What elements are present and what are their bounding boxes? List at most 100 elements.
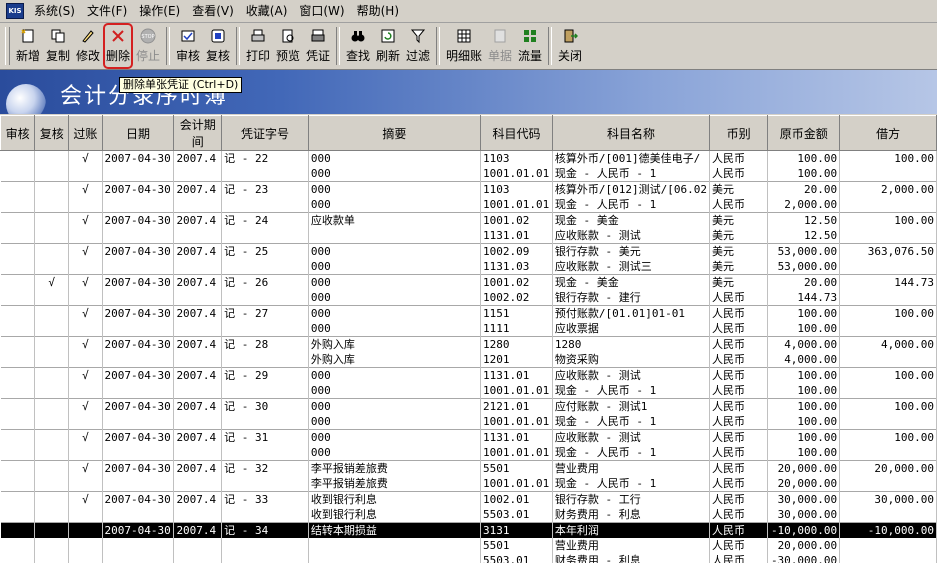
voucher-no-cell: 记 - 26 [221,274,309,290]
column-header-voucher-no[interactable]: 凭证字号 [221,115,309,151]
menu-operation[interactable]: 操作(E) [133,1,186,21]
printer-icon [249,27,267,45]
table-row[interactable]: √ 2007-04-30 2007.4 记 - 29 000 1131.01 应收账款 - … [0,367,937,383]
toolbar-separator [236,27,240,65]
audit-cell [0,197,36,213]
app-logo-icon[interactable]: KIS [6,3,24,19]
filter-button[interactable]: 过滤 [403,23,433,69]
table-row[interactable]: √ 2007-04-30 2007.4 记 - 27 000 1151 预付账款/[01.0… [0,305,937,321]
column-header-posted[interactable]: 过账 [68,115,103,151]
table-row[interactable]: √ √ 2007-04-30 2007.4 记 - 26 000 1001.02 现金 - 美… [0,274,937,290]
debit-cell [839,352,937,368]
column-header-debit[interactable]: 借方 [839,115,937,151]
recheck-cell [34,150,70,166]
period-cell: 2007.4 [173,274,223,290]
account-name-cell: 应收账款 - 测试 [552,367,711,383]
audit-cell [0,507,36,523]
banner-decoration [6,84,46,114]
table-row[interactable]: 000 1001.01.01 现金 - 人民币 - 1 人民币 2,000.00 [0,197,937,213]
table-row[interactable]: √ 2007-04-30 2007.4 记 - 24 应收款单 1001.02 现金 - 美… [0,212,937,228]
new-document-icon [19,27,37,45]
column-header-period[interactable]: 会计期间 [173,115,223,151]
table-row[interactable]: 2007-04-30 2007.4 记 - 34 结转本期损益 3131 本年利润 人民币 -… [0,522,937,538]
column-header-summary[interactable]: 摘要 [307,115,481,151]
account-code-cell: 1103 [480,181,553,197]
table-row[interactable]: 000 1111 应收票据 人民币 100.00 [0,321,937,337]
table-row[interactable]: √ 2007-04-30 2007.4 记 - 33 收到银行利息 1002.01 银行存款… [0,491,937,507]
table-row[interactable]: 000 1001.01.01 现金 - 人民币 - 1 人民币 100.00 [0,383,937,399]
account-name-cell: 应付账款 - 测试1 [552,398,711,414]
table-row[interactable]: 李平报销差旅费 1001.01.01 现金 - 人民币 - 1 人民币 20,000.0… [0,476,937,492]
journal-grid[interactable]: 审核 复核 过账 日期 会计期间 凭证字号 摘要 科目代码 科目名称 币别 原币… [0,115,937,563]
date-cell: 2007-04-30 [102,181,175,197]
table-row[interactable]: 000 1002.02 银行存款 - 建行 人民币 144.73 [0,290,937,306]
document-button[interactable]: 单据 [485,23,515,69]
currency-cell: 人民币 [709,305,769,321]
table-row[interactable]: 外购入库 1201 物资采购 人民币 4,000.00 [0,352,937,368]
date-cell [102,414,175,430]
column-header-audit[interactable]: 审核 [0,115,36,151]
table-row[interactable]: 1131.01 应收账款 - 测试 美元 12.50 [0,228,937,244]
table-row[interactable]: √ 2007-04-30 2007.4 记 - 32 李平报销差旅费 5501 营业费用 人民… [0,460,937,476]
recheck-cell [34,429,70,445]
voucher-no-cell: 记 - 33 [221,491,309,507]
cash-flow-button[interactable]: 流量 [515,23,545,69]
audit-cell [0,274,36,290]
recheck-cell [34,491,70,507]
audit-button[interactable]: 审核 [173,23,203,69]
period-cell [173,290,223,306]
print-button[interactable]: 打印 [243,23,273,69]
menu-system[interactable]: 系统(S) [28,1,81,21]
detail-ledger-button[interactable]: 明细账 [443,23,485,69]
modify-button[interactable]: 修改 [73,23,103,69]
refresh-button[interactable]: 刷新 [373,23,403,69]
column-header-date[interactable]: 日期 [101,115,175,151]
table-row[interactable]: 收到银行利息 5503.01 财务费用 - 利息 人民币 30,000.00 [0,507,937,523]
audit-cell [0,321,36,337]
table-row[interactable]: √ 2007-04-30 2007.4 记 - 28 外购入库 1280 1280 人民币 4,… [0,336,937,352]
table-row[interactable]: √ 2007-04-30 2007.4 记 - 25 000 1002.09 银行存款 - … [0,243,937,259]
close-button[interactable]: 关闭 [555,23,585,69]
table-row[interactable]: 000 1001.01.01 现金 - 人民币 - 1 人民币 100.00 [0,166,937,182]
posted-cell: √ [68,243,103,259]
column-header-currency[interactable]: 币别 [709,115,769,151]
delete-button[interactable]: 删除 [103,23,133,69]
table-row[interactable]: 5503.01 财务费用 - 利息 人民币 -30,000.00 [0,553,937,563]
table-row[interactable]: √ 2007-04-30 2007.4 记 - 30 000 2121.01 应付账款 - … [0,398,937,414]
table-row[interactable]: 000 1001.01.01 现金 - 人民币 - 1 人民币 100.00 [0,414,937,430]
new-button[interactable]: 新增 [13,23,43,69]
summary-cell [308,228,481,244]
table-row[interactable]: 000 1001.01.01 现金 - 人民币 - 1 人民币 100.00 [0,445,937,461]
stop-button[interactable]: STOP 停止 [133,23,163,69]
column-header-account-name[interactable]: 科目名称 [551,115,711,151]
filter-icon [409,27,427,45]
table-row[interactable]: 5501 营业费用 人民币 20,000.00 [0,538,937,553]
table-row[interactable]: 000 1131.03 应收账款 - 测试三 美元 53,000.00 [0,259,937,275]
menu-help[interactable]: 帮助(H) [351,1,405,21]
copy-button[interactable]: 复制 [43,23,73,69]
recheck-cell [34,538,70,553]
table-row[interactable]: √ 2007-04-30 2007.4 记 - 31 000 1131.01 应收账款 - … [0,429,937,445]
menu-favorites[interactable]: 收藏(A) [240,1,294,21]
column-header-recheck[interactable]: 复核 [34,115,70,151]
account-code-cell: 1280 [480,336,553,352]
table-row[interactable]: √ 2007-04-30 2007.4 记 - 22 000 1103 核算外币/[001]… [0,150,937,166]
recheck-button[interactable]: 复核 [203,23,233,69]
find-button[interactable]: 查找 [343,23,373,69]
voucher-no-cell: 记 - 29 [221,367,309,383]
account-name-cell: 现金 - 人民币 - 1 [552,414,711,430]
menu-file[interactable]: 文件(F) [81,1,133,21]
table-row[interactable]: √ 2007-04-30 2007.4 记 - 23 000 1103 核算外币/[012]… [0,181,937,197]
account-code-cell: 1201 [480,352,553,368]
menu-window[interactable]: 窗口(W) [293,1,350,21]
menu-view[interactable]: 查看(V) [186,1,240,21]
preview-button[interactable]: 预览 [273,23,303,69]
period-cell: 2007.4 [173,212,223,228]
toolbar-grip[interactable] [5,27,10,65]
account-code-cell: 1001.02 [480,274,553,290]
audit-cell [0,259,36,275]
column-header-account-code[interactable]: 科目代码 [479,115,553,151]
voucher-button[interactable]: 凭证 [303,23,333,69]
column-header-original-amount[interactable]: 原币金额 [767,115,841,151]
period-cell [173,259,223,275]
